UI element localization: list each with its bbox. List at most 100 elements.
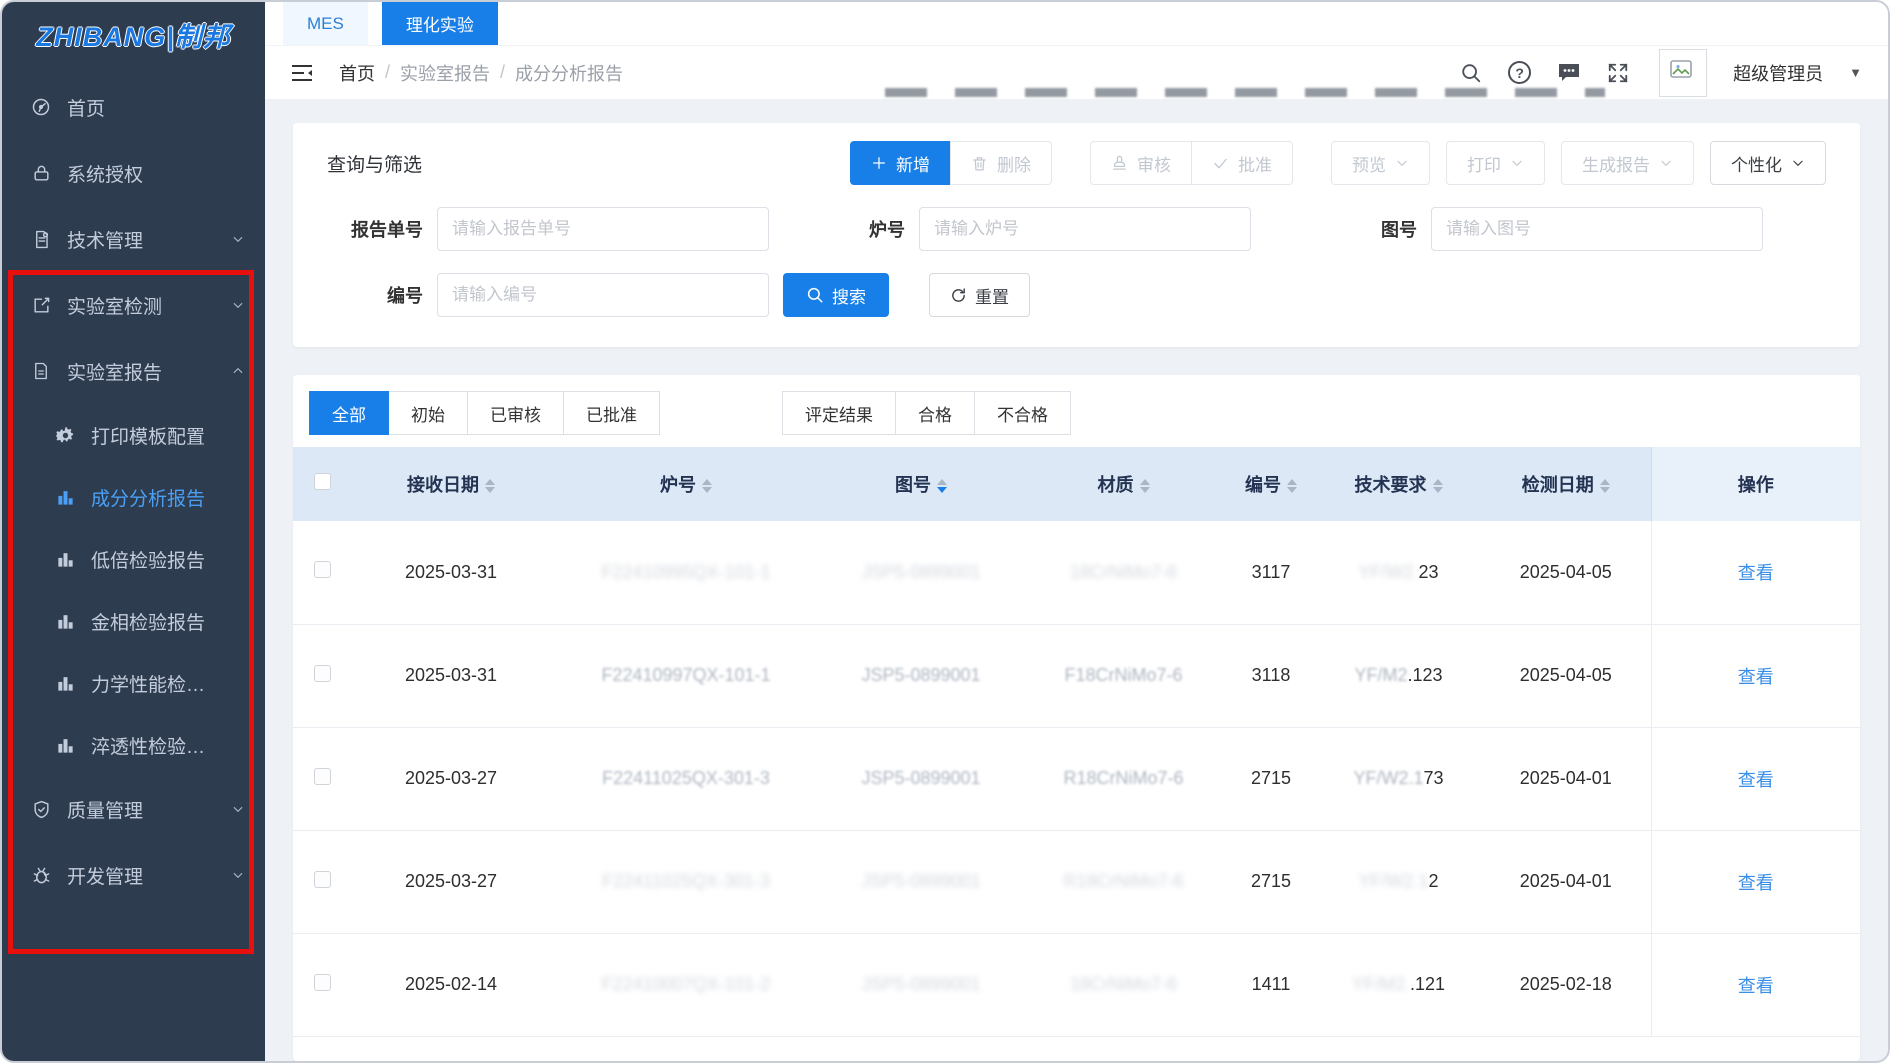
row-checkbox[interactable] bbox=[314, 665, 331, 682]
row-checkbox[interactable] bbox=[314, 871, 331, 888]
app-tab-MES[interactable]: MES bbox=[283, 2, 368, 45]
row-checkbox[interactable] bbox=[314, 561, 331, 578]
user-caret-down-icon[interactable]: ▼ bbox=[1849, 65, 1862, 80]
user-name[interactable]: 超级管理员 bbox=[1733, 60, 1823, 86]
cell-code: 2715 bbox=[1226, 727, 1316, 830]
tab-不合格[interactable]: 不合格 bbox=[974, 391, 1071, 435]
bar-chart-icon bbox=[54, 734, 76, 756]
cell-material: R18CrNiMo7-6 bbox=[1021, 727, 1226, 830]
avatar[interactable] bbox=[1659, 49, 1707, 97]
cell-tech-req: YF/W2.23 bbox=[1316, 521, 1481, 624]
sidebar-item-home[interactable]: 首页 bbox=[2, 74, 265, 140]
col-header-drawing[interactable]: 图号 bbox=[821, 447, 1021, 521]
view-link[interactable]: 查看 bbox=[1738, 667, 1774, 687]
help-icon[interactable]: ? bbox=[1508, 61, 1531, 84]
drawing-no-input[interactable] bbox=[1431, 207, 1763, 251]
reset-button[interactable]: 重置 bbox=[929, 273, 1030, 317]
生成报告-button[interactable]: 生成报告 bbox=[1561, 141, 1694, 185]
tab-初始[interactable]: 初始 bbox=[388, 391, 468, 435]
sidebar-item-metallographic[interactable]: 金相检验报告 bbox=[2, 590, 265, 652]
sidebar-item-mechanical[interactable]: 力学性能检… bbox=[2, 652, 265, 714]
fullscreen-icon[interactable] bbox=[1607, 62, 1629, 84]
sidebar-item-dev-mgmt[interactable]: 开发管理 bbox=[2, 842, 265, 908]
gear-icon bbox=[54, 424, 76, 446]
tab-全部[interactable]: 全部 bbox=[309, 391, 389, 435]
tab-已批准[interactable]: 已批准 bbox=[563, 391, 660, 435]
sidebar-item-tech-mgmt[interactable]: 技术管理 bbox=[2, 206, 265, 272]
app-tab-理化实验[interactable]: 理化实验 bbox=[382, 2, 498, 45]
search-button[interactable]: 搜索 bbox=[783, 273, 889, 317]
sidebar-item-quality-mgmt[interactable]: 质量管理 bbox=[2, 776, 265, 842]
sidebar-item-low-mag[interactable]: 低倍检验报告 bbox=[2, 528, 265, 590]
sort-icon bbox=[1600, 479, 1610, 493]
新增-button[interactable]: 新增 bbox=[850, 141, 951, 185]
sidebar-item-composition[interactable]: 成分分析报告 bbox=[2, 466, 265, 528]
批准-button[interactable]: 批准 bbox=[1191, 141, 1293, 185]
edit-square-icon bbox=[30, 294, 52, 316]
status-tab-group: 全部初始已审核已批准 bbox=[309, 391, 660, 435]
col-header-material[interactable]: 材质 bbox=[1021, 447, 1226, 521]
view-link[interactable]: 查看 bbox=[1738, 873, 1774, 893]
col-header-furnace[interactable]: 炉号 bbox=[551, 447, 821, 521]
cell-drawing-no: JSP5-0899001 bbox=[821, 933, 1021, 1036]
field-label: 图号 bbox=[1357, 216, 1417, 242]
tab-评定结果[interactable]: 评定结果 bbox=[782, 391, 896, 435]
cell-drawing-no: JSP5-0899001 bbox=[821, 624, 1021, 727]
table-body: 2025-03-31F22410995QX-101-1JSP5-08990011… bbox=[293, 521, 1860, 1036]
tab-已审核[interactable]: 已审核 bbox=[467, 391, 564, 435]
search-icon[interactable] bbox=[1460, 62, 1482, 84]
chevron-down-icon bbox=[1659, 156, 1673, 170]
breadcrumb-separator: / bbox=[385, 62, 390, 83]
cell-code: 2715 bbox=[1226, 830, 1316, 933]
sidebar-item-label: 实验室检测 bbox=[67, 292, 162, 319]
chevron-down-icon bbox=[231, 802, 245, 816]
cell-drawing-no: JSP5-0899001 bbox=[821, 521, 1021, 624]
打印-button[interactable]: 打印 bbox=[1446, 141, 1545, 185]
col-header-tech[interactable]: 技术要求 bbox=[1316, 447, 1481, 521]
个性化-button[interactable]: 个性化 bbox=[1710, 141, 1826, 185]
sidebar-item-lab-report[interactable]: 实验室报告 bbox=[2, 338, 265, 404]
breadcrumb: 首页/实验室报告/成分分析报告 bbox=[339, 60, 623, 86]
tab-合格[interactable]: 合格 bbox=[895, 391, 975, 435]
view-link[interactable]: 查看 bbox=[1738, 770, 1774, 790]
cell-drawing-no: JSP5-0899001 bbox=[821, 727, 1021, 830]
cell-test-date: 2025-04-05 bbox=[1481, 521, 1651, 624]
审核-button[interactable]: 审核 bbox=[1090, 141, 1192, 185]
view-link[interactable]: 查看 bbox=[1738, 976, 1774, 996]
col-header-code[interactable]: 编号 bbox=[1226, 447, 1316, 521]
table-row: 2025-03-27F22411025QX-301-3JSP5-0899001R… bbox=[293, 830, 1860, 933]
sidebar-item-system-auth[interactable]: 系统授权 bbox=[2, 140, 265, 206]
field-code-no: 编号 bbox=[327, 273, 769, 317]
filter-panel: 查询与筛选 新增删除审核批准预览打印生成报告个性化 报告单号炉号图号 编号 搜索… bbox=[293, 123, 1860, 347]
report-table-panel: 全部初始已审核已批准 评定结果合格不合格 接收日期炉号图号材质编号技术要求检测日… bbox=[293, 375, 1860, 1061]
sidebar-item-print-template[interactable]: 打印模板配置 bbox=[2, 404, 265, 466]
report-no-input[interactable] bbox=[437, 207, 769, 251]
collapse-menu-icon[interactable] bbox=[291, 64, 313, 82]
col-header-test_date[interactable]: 检测日期 bbox=[1481, 447, 1651, 521]
view-link[interactable]: 查看 bbox=[1738, 563, 1774, 583]
cell-furnace-no: F22411025QX-301-3 bbox=[551, 830, 821, 933]
furnace-no-input[interactable] bbox=[919, 207, 1251, 251]
cell-furnace-no: F22410997QX-101-1 bbox=[551, 624, 821, 727]
cell-test-date: 2025-04-05 bbox=[1481, 624, 1651, 727]
sort-icon bbox=[1433, 479, 1443, 493]
删除-button[interactable]: 删除 bbox=[950, 141, 1052, 185]
row-checkbox[interactable] bbox=[314, 768, 331, 785]
message-icon[interactable] bbox=[1557, 62, 1581, 84]
filter-row-2: 编号 搜索 重置 bbox=[327, 273, 1826, 317]
sidebar-item-label: 力学性能检… bbox=[91, 670, 205, 697]
toolbar-group: 审核批准 bbox=[1090, 141, 1293, 185]
field-label: 报告单号 bbox=[327, 216, 423, 242]
toolbar-group: 预览 bbox=[1331, 141, 1430, 185]
field-label: 编号 bbox=[327, 282, 423, 308]
row-checkbox[interactable] bbox=[314, 974, 331, 991]
sidebar-item-hardenability[interactable]: 淬透性检验… bbox=[2, 714, 265, 776]
col-header-date[interactable]: 接收日期 bbox=[351, 447, 551, 521]
select-all-checkbox[interactable] bbox=[314, 473, 331, 490]
toolbar-group: 生成报告 bbox=[1561, 141, 1694, 185]
预览-button[interactable]: 预览 bbox=[1331, 141, 1430, 185]
field-furnace-no: 炉号 bbox=[845, 207, 1251, 251]
sidebar-item-lab-test[interactable]: 实验室检测 bbox=[2, 272, 265, 338]
breadcrumb-item[interactable]: 首页 bbox=[339, 60, 375, 86]
code-no-input[interactable] bbox=[437, 273, 769, 317]
